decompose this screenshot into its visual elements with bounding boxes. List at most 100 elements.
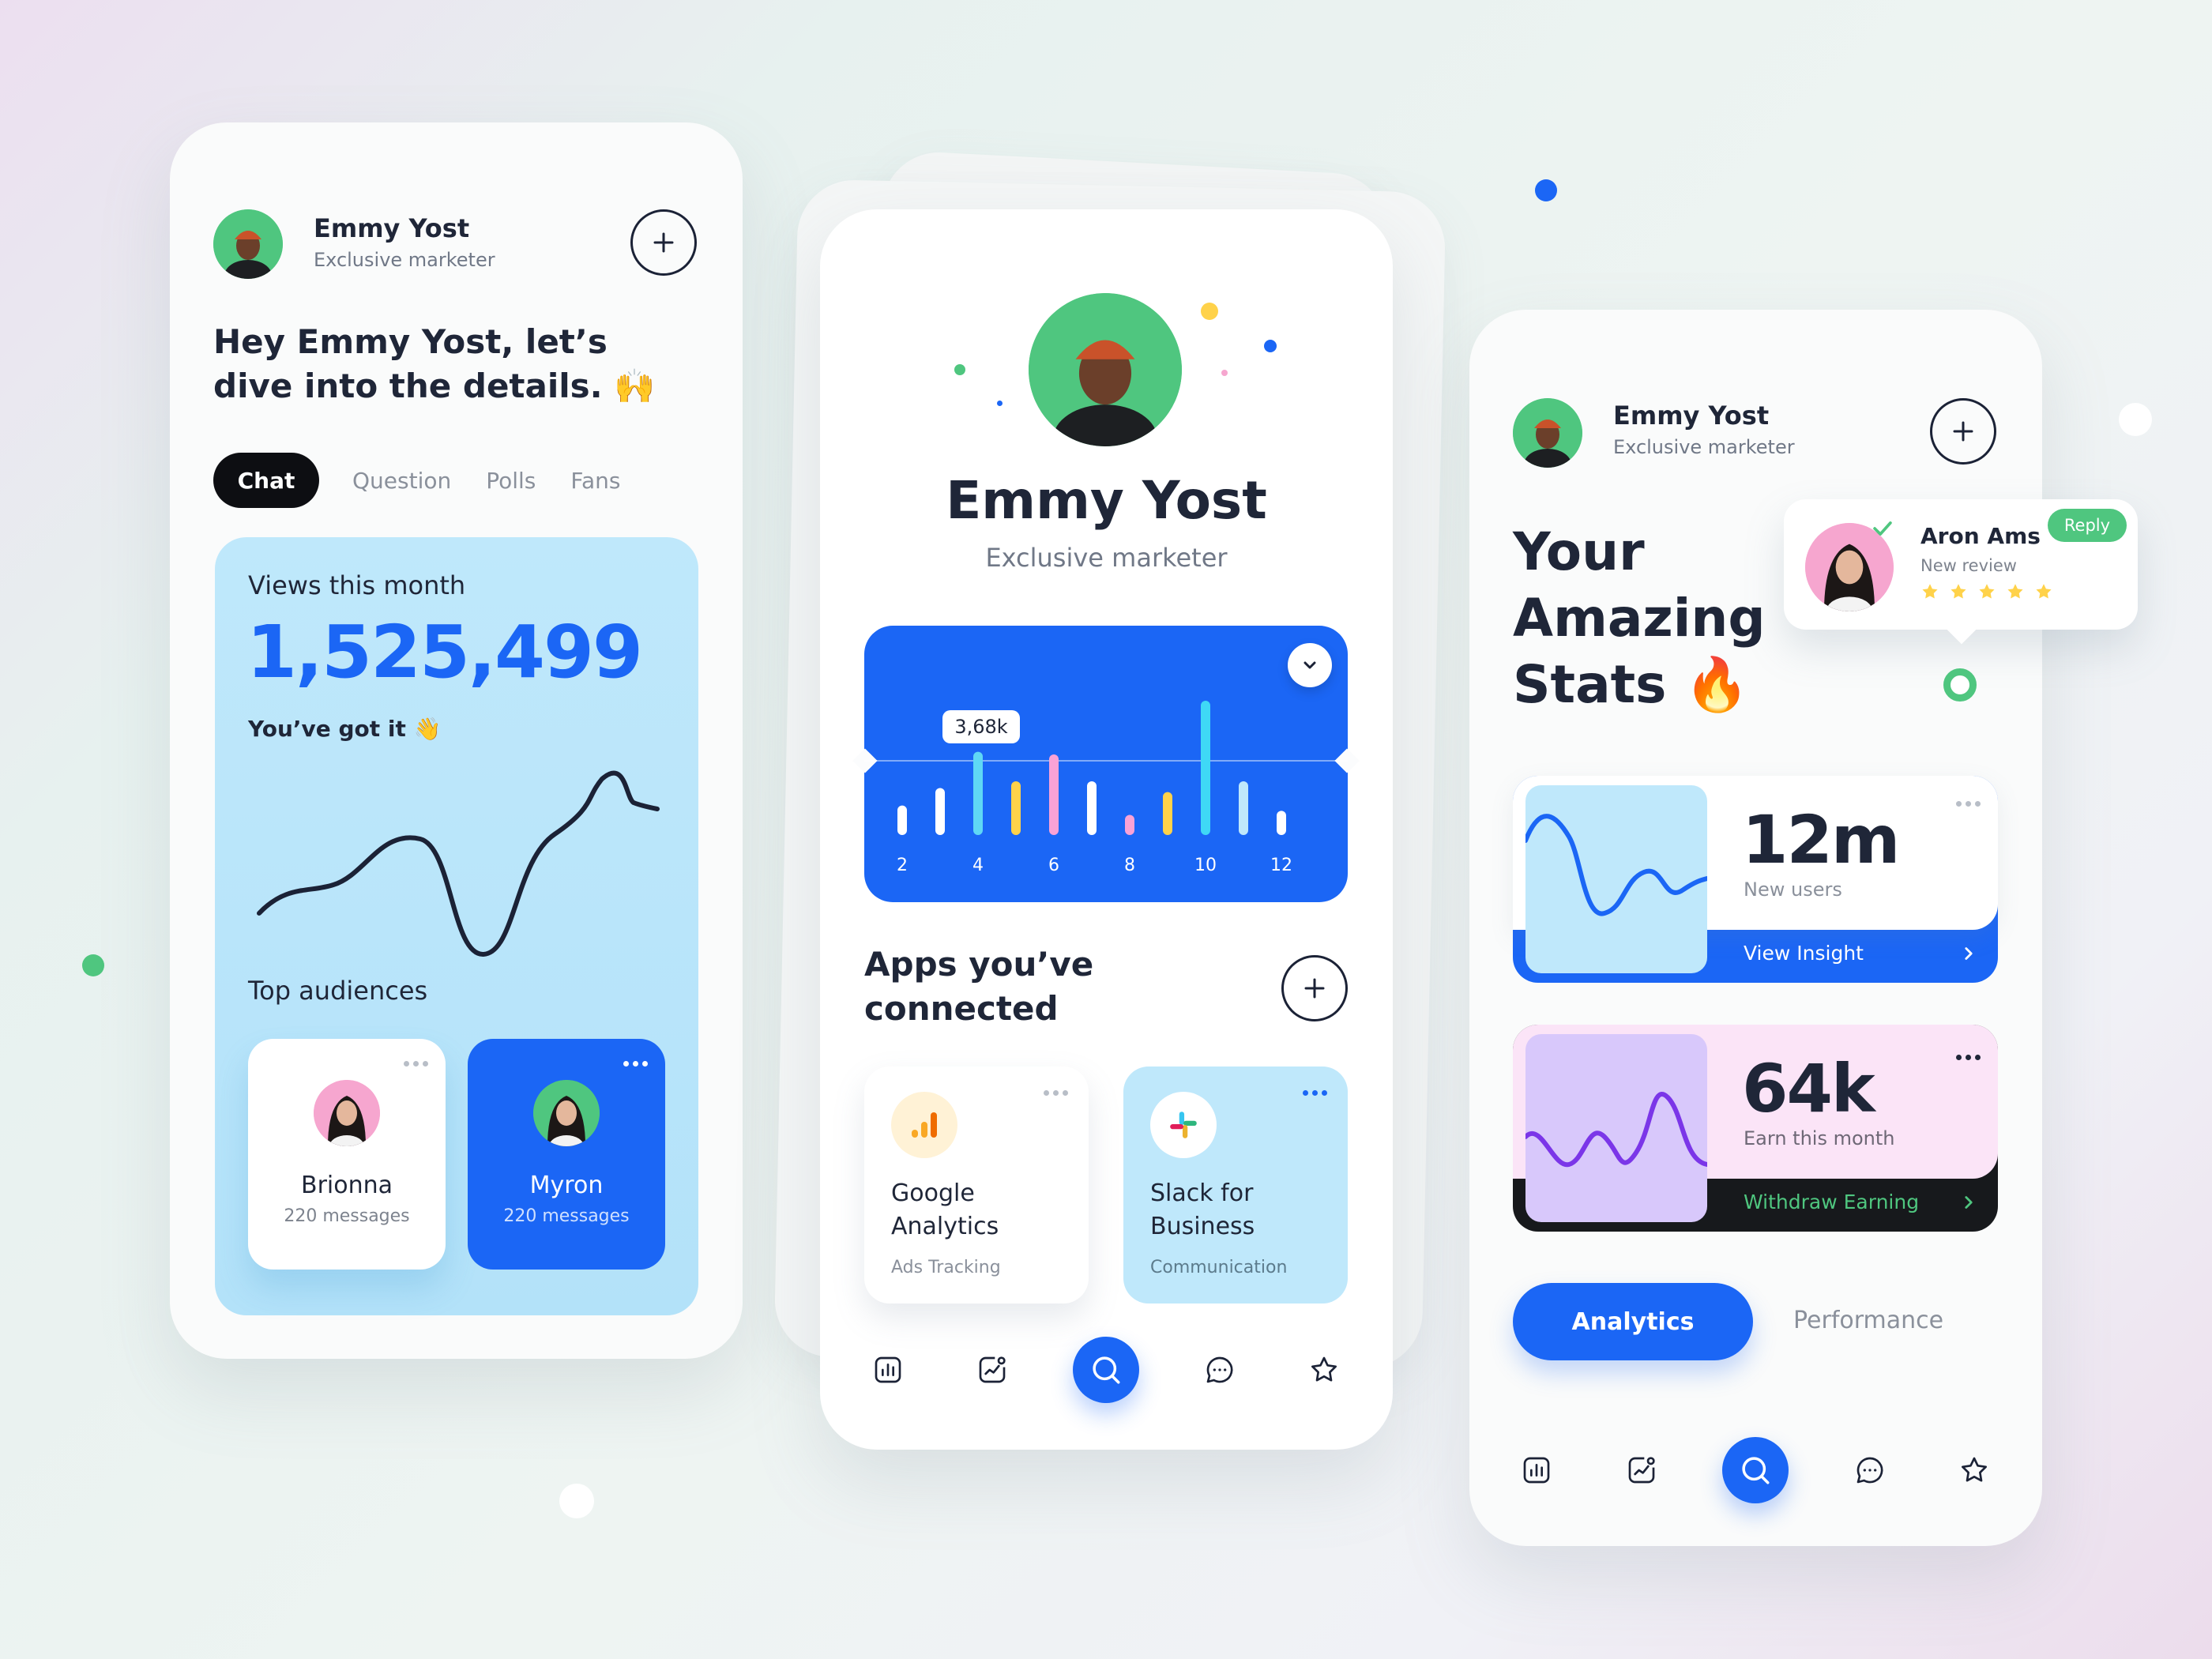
more-icon[interactable] xyxy=(623,1061,648,1066)
stats-title-line: Amazing xyxy=(1513,588,1766,649)
nav-trend-button[interactable] xyxy=(1618,1446,1665,1494)
withdraw-earning-link[interactable]: Withdraw Earning xyxy=(1744,1191,1919,1213)
add-button[interactable] xyxy=(1930,398,1996,465)
avatar[interactable] xyxy=(1029,293,1182,446)
avatar[interactable] xyxy=(213,209,283,279)
stats-title: Your Amazing Stats 🔥 xyxy=(1513,519,1766,718)
app-name-line: Business xyxy=(1150,1213,1255,1240)
audience-name: Brionna xyxy=(300,1172,393,1199)
reply-button[interactable]: Reply xyxy=(2048,509,2127,542)
nav-chat-button[interactable] xyxy=(1196,1346,1243,1394)
stat-card-earnings[interactable]: 64k Earn this month Withdraw Earning xyxy=(1513,1025,1998,1232)
nav-chat-button[interactable] xyxy=(1846,1446,1894,1494)
decor-dot-blue xyxy=(997,401,1003,406)
stat-value: 64k xyxy=(1742,1050,1875,1127)
person-avatar-icon xyxy=(1513,398,1582,468)
app-name-line: Google xyxy=(891,1179,975,1207)
apps-title-line: connected xyxy=(864,989,1059,1028)
add-app-button[interactable] xyxy=(1281,955,1348,1021)
nav-favorites-button[interactable] xyxy=(1951,1446,1998,1494)
tab-chat[interactable]: Chat xyxy=(213,453,319,508)
decor-dot-white xyxy=(2119,403,2152,436)
profile-dashboard-card: Emmy Yost Exclusive marketer Hey Emmy Yo… xyxy=(170,122,743,1359)
chart-bar xyxy=(897,805,907,835)
more-icon[interactable] xyxy=(1956,801,1981,807)
chart-bar xyxy=(935,788,945,835)
trend-icon xyxy=(979,1356,1006,1383)
chevron-right-icon xyxy=(1965,1196,1973,1209)
google-analytics-icon xyxy=(891,1092,957,1158)
decor-dot-white xyxy=(559,1484,594,1518)
app-card-google-analytics[interactable]: Google Analytics Ads Tracking xyxy=(864,1066,1089,1304)
nav-stats-button[interactable] xyxy=(1513,1446,1560,1494)
nav-stats-button[interactable] xyxy=(864,1346,912,1394)
profile-detail-card: Emmy Yost Exclusive marketer 3,68k 24681… xyxy=(820,209,1393,1450)
rating-stars xyxy=(1920,581,2054,602)
profile-role: Exclusive marketer xyxy=(985,543,1228,573)
chart-bar xyxy=(1239,781,1248,835)
nav-trend-button[interactable] xyxy=(969,1346,1016,1394)
star-filled-icon xyxy=(2007,584,2023,599)
bar-chart-panel: 3,68k 2 4 6 8 10 12 xyxy=(852,626,1360,902)
tab-polls[interactable]: Polls xyxy=(486,468,536,494)
stat-card-new-users[interactable]: 12m New users View Insight xyxy=(1513,776,1998,983)
x-tick-label: 2 xyxy=(897,856,908,875)
stats-title-line: Stats 🔥 xyxy=(1513,654,1750,715)
chart-bar xyxy=(1011,781,1021,835)
tab-analytics[interactable]: Analytics xyxy=(1513,1283,1753,1360)
audience-name: Myron xyxy=(529,1172,604,1199)
chart-bar xyxy=(1049,754,1059,835)
views-note: You’ve got it 👋 xyxy=(248,716,442,742)
x-tick-label: 8 xyxy=(1124,856,1135,875)
tab-question[interactable]: Question xyxy=(352,468,451,494)
star-filled-icon xyxy=(1979,584,1995,599)
avatar[interactable] xyxy=(1513,398,1582,468)
wave-line xyxy=(1525,814,1707,916)
x-tick-label: 4 xyxy=(972,856,984,875)
star-filled-icon xyxy=(1922,584,1938,599)
review-popup[interactable]: Aron Ams New review Reply xyxy=(1784,499,2138,645)
more-icon[interactable] xyxy=(1956,1055,1981,1060)
avatar xyxy=(533,1080,600,1146)
chart-icon xyxy=(875,1356,901,1383)
chart-bar xyxy=(1163,792,1172,835)
more-icon[interactable] xyxy=(404,1061,428,1066)
stat-wave-panel xyxy=(1525,1034,1707,1222)
plus-icon xyxy=(1304,978,1325,999)
tab-fans[interactable]: Fans xyxy=(570,468,620,494)
audience-card-myron[interactable]: Myron 220 messages xyxy=(468,1039,665,1270)
views-trend-line xyxy=(257,770,660,957)
stats-card: Emmy Yost Exclusive marketer Your Amazin… xyxy=(1469,310,2042,1546)
add-button[interactable] xyxy=(630,209,697,276)
views-value: 1,525,499 xyxy=(246,610,643,694)
profile-role: Exclusive marketer xyxy=(1613,436,1795,458)
profile-role: Exclusive marketer xyxy=(314,249,495,271)
slack-icon xyxy=(1150,1092,1217,1158)
wave-line xyxy=(1525,1092,1707,1168)
app-card-slack[interactable]: Slack for Business Communication xyxy=(1123,1066,1348,1304)
profile-name: Emmy Yost xyxy=(314,213,470,243)
nav-favorites-button[interactable] xyxy=(1300,1346,1348,1394)
views-label: Views this month xyxy=(248,570,466,600)
more-icon[interactable] xyxy=(1044,1090,1068,1096)
profile-name: Emmy Yost xyxy=(946,470,1267,531)
app-category: Ads Tracking xyxy=(891,1258,1001,1277)
star-filled-icon xyxy=(1951,584,1966,599)
tab-performance[interactable]: Performance xyxy=(1793,1307,1943,1334)
check-icon xyxy=(1873,521,1892,536)
app-name-line: Slack for xyxy=(1150,1179,1254,1207)
x-tick-label: 6 xyxy=(1048,856,1059,875)
search-icon xyxy=(1093,1356,1120,1384)
chart-bar xyxy=(1125,814,1134,835)
nav-search-button[interactable] xyxy=(1073,1337,1139,1403)
greeting: Hey Emmy Yost, let’s dive into the detai… xyxy=(213,320,656,408)
audience-messages: 220 messages xyxy=(284,1206,410,1226)
stat-label: New users xyxy=(1744,878,1842,901)
view-insight-link[interactable]: View Insight xyxy=(1744,942,1864,965)
nav-search-button[interactable] xyxy=(1722,1437,1789,1503)
audience-card-brionna[interactable]: Brionna 220 messages xyxy=(248,1039,446,1270)
more-icon[interactable] xyxy=(1303,1090,1327,1096)
person-avatar-icon xyxy=(213,209,283,279)
decor-dot-blue xyxy=(1264,340,1277,352)
chat-icon xyxy=(1856,1457,1883,1484)
